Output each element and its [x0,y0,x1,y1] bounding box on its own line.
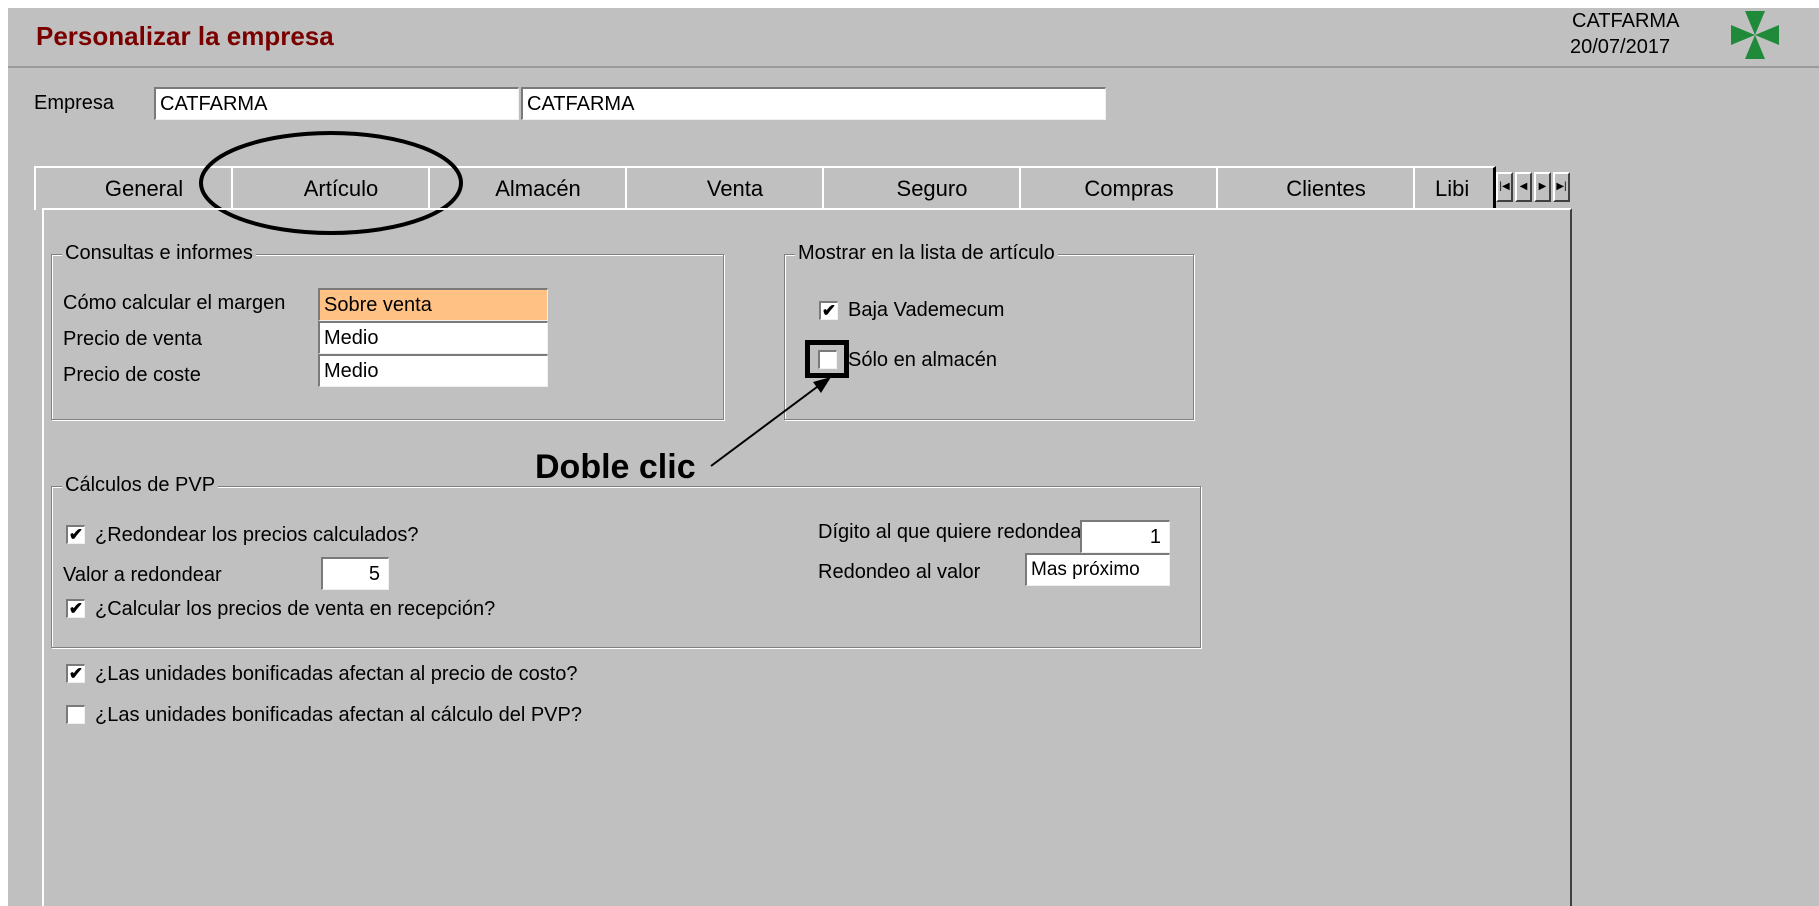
valor-redondear-field[interactable]: 5 [321,557,389,590]
baja-vademecum-label: Baja Vademecum [848,299,1005,321]
tab-libros[interactable]: Libi [1413,166,1496,210]
bonificadas-costo-checkbox[interactable]: ✔ [66,664,85,683]
tab-scroll-buttons: |◀ ◀ ▶ ▶| [1496,172,1572,204]
title-bar: Personalizar la empresa CATFARMA 20/07/2… [8,8,1819,68]
company-name: CATFARMA [1572,10,1680,32]
redondear-checkbox[interactable]: ✔ [66,525,85,544]
redondeo-select[interactable]: Mas próximo [1025,553,1170,586]
calculos-group-title: Cálculos de PVP [62,474,219,497]
annotation-text: Doble clic [535,448,696,486]
digito-field[interactable]: 1 [1080,520,1170,553]
empresa-label: Empresa [34,92,115,114]
bonificadas-pvp-label: ¿Las unidades bonificadas afectan al cál… [95,704,582,726]
recepcion-label: ¿Calcular los precios de venta en recepc… [95,598,496,620]
solo-almacen-checkbox[interactable] [818,350,837,369]
margin-label: Cómo calcular el margen [63,292,286,314]
next-icon[interactable]: ▶ [1534,172,1551,202]
company-date: 20/07/2017 [1570,36,1671,58]
digito-label: Dígito al que quiere redondear [818,521,1089,543]
tab-compras[interactable]: Compras [1019,166,1240,210]
baja-vademecum-checkbox[interactable]: ✔ [819,301,838,320]
redondeo-label: Redondeo al valor [818,561,981,583]
first-icon[interactable]: |◀ [1496,172,1513,202]
mostrar-group-title: Mostrar en la lista de artículo [795,242,1058,265]
bonificadas-costo-label: ¿Las unidades bonificadas afectan al pre… [95,663,578,685]
consultas-group-title: Consultas e informes [62,242,256,265]
valor-redondear-label: Valor a redondear [63,564,222,586]
pharmacy-cross-icon [1731,11,1779,59]
recepcion-checkbox[interactable]: ✔ [66,599,85,618]
last-icon[interactable]: ▶| [1553,172,1570,202]
cost-price-select[interactable]: Medio [318,354,548,387]
tab-clientes[interactable]: Clientes [1216,166,1437,210]
prev-icon[interactable]: ◀ [1515,172,1532,202]
sale-price-select[interactable]: Medio [318,321,548,354]
empresa-code-field[interactable]: CATFARMA [154,87,519,120]
tab-seguro[interactable]: Seguro [822,166,1043,210]
annotation-arrow [710,377,831,467]
bonificadas-pvp-checkbox[interactable] [66,705,85,724]
tab-venta[interactable]: Venta [625,166,846,210]
window-title: Personalizar la empresa [36,21,334,51]
solo-almacen-label: Sólo en almacén [848,349,997,371]
cost-price-label: Precio de coste [63,364,201,386]
empresa-name-field[interactable]: CATFARMA [521,87,1106,120]
margin-select[interactable]: Sobre venta [318,288,548,321]
sale-price-label: Precio de venta [63,328,202,350]
window: Personalizar la empresa CATFARMA 20/07/2… [8,8,1819,906]
redondear-label: ¿Redondear los precios calculados? [95,524,419,546]
